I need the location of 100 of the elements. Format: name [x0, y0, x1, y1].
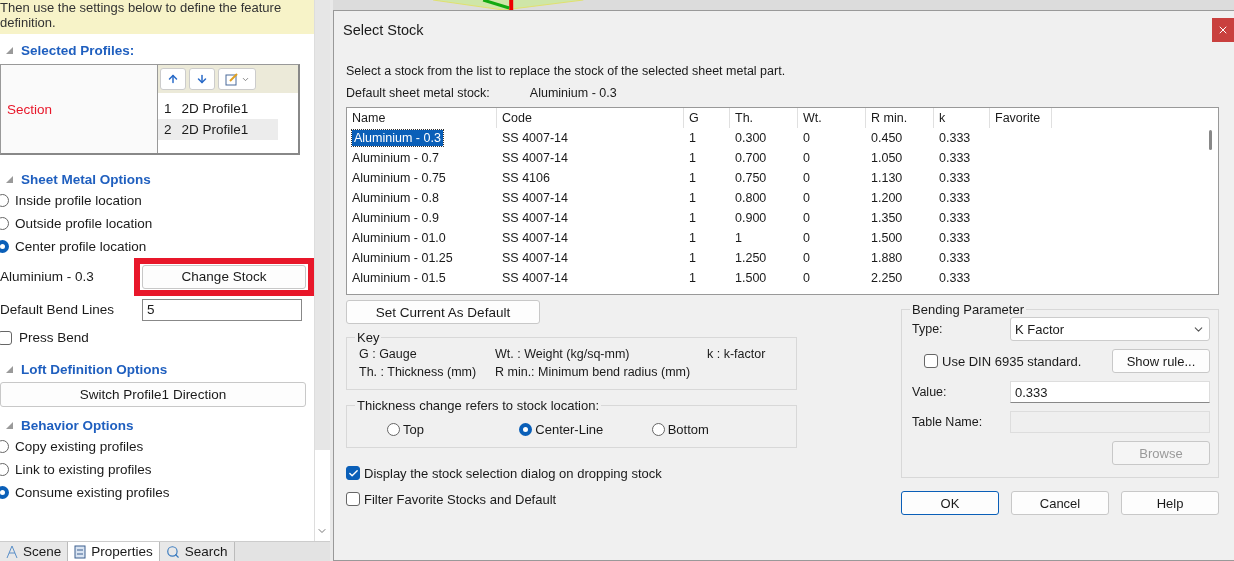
checkbox-label: Press Bend: [19, 330, 89, 345]
collapse-icon[interactable]: [6, 46, 13, 54]
column-header[interactable]: Code: [497, 108, 684, 128]
panel-tab[interactable]: Search: [159, 542, 235, 561]
radio-label: Center-Line: [535, 421, 604, 437]
radio-label: Center profile location: [15, 239, 147, 254]
show-rule-button[interactable]: Show rule...: [1112, 349, 1210, 373]
dialog-button[interactable]: OK: [901, 491, 999, 515]
table-cell-text: 1.500: [870, 231, 904, 245]
panel-tab[interactable]: Properties: [68, 542, 160, 561]
column-header[interactable]: Name: [347, 108, 497, 128]
value-field[interactable]: 0.333: [1010, 381, 1210, 403]
dialog-button[interactable]: Cancel: [1011, 491, 1109, 515]
panel-tab[interactable]: Scene: [0, 542, 69, 561]
radio-button[interactable]: [651, 422, 665, 436]
table-cell[interactable]: Aluminium - 0.7: [352, 150, 441, 166]
move-up-button[interactable]: [160, 68, 186, 90]
search-icon: [165, 544, 180, 559]
table-cell-text: 0.333: [938, 151, 972, 165]
radio-button[interactable]: [387, 422, 400, 436]
default-stock-label: Default sheet metal stock:: [346, 86, 490, 100]
checkbox[interactable]: [346, 466, 360, 480]
checkbox[interactable]: [0, 330, 12, 345]
checkbox[interactable]: [346, 492, 360, 506]
table-cell[interactable]: Aluminium - 01.25: [352, 250, 455, 266]
table-cell-text: 0: [802, 211, 811, 225]
section-title: Loft Definition Options: [21, 361, 168, 377]
column-header[interactable]: Favorite: [990, 108, 1052, 128]
table-cell-text: 1.050: [870, 151, 904, 165]
stock-name: Aluminium - 0.3: [0, 269, 95, 284]
table-cell[interactable]: Aluminium - 01.0: [352, 230, 448, 246]
type-dropdown[interactable]: K Factor: [1010, 317, 1210, 341]
radio-label: Consume existing profiles: [15, 485, 170, 500]
table-cell-text: 1: [688, 271, 697, 285]
table-cell-text: 0.333: [938, 171, 972, 185]
set-default-button[interactable]: Set Current As Default: [346, 300, 540, 324]
key-text: R min.: Minimum bend radius (mm): [495, 365, 692, 379]
table-cell-text: 2.250: [870, 271, 904, 285]
table-cell-text: 0.300: [734, 131, 768, 145]
key-text: Wt. : Weight (kg/sq-mm): [495, 347, 631, 361]
radio-button[interactable]: [519, 422, 533, 436]
section-title: Selected Profiles:: [21, 42, 135, 58]
table-cell[interactable]: Aluminium - 0.8: [352, 190, 441, 206]
change-stock-button[interactable]: Change Stock: [142, 264, 306, 289]
field-label: Table Name:: [912, 415, 984, 429]
collapse-icon[interactable]: [6, 421, 13, 429]
table-cell-text: 0.333: [938, 131, 972, 145]
table-cell[interactable]: Aluminium - 0.75: [352, 170, 448, 186]
table-cell-text: 1: [688, 211, 697, 225]
table-cell[interactable]: Aluminium - 0.9: [352, 210, 441, 226]
scrollbar[interactable]: [314, 0, 330, 541]
scroll-thumb[interactable]: [1208, 130, 1212, 150]
close-button[interactable]: [1212, 18, 1234, 42]
table-cell-text: 0: [802, 231, 811, 245]
key-text: k : k-factor: [707, 347, 767, 361]
table-cell-text: 1.130: [870, 171, 904, 185]
column-header[interactable]: Wt.: [798, 108, 866, 128]
table-cell-text: 1: [688, 171, 697, 185]
table-cell-text: SS 4007-14: [501, 151, 570, 165]
table-cell-text: 0: [802, 171, 811, 185]
switch-direction-button[interactable]: Switch Profile1 Direction: [0, 382, 306, 407]
table-cell-text: 0: [802, 251, 811, 265]
table-cell-text: 1: [688, 151, 697, 165]
table-cell-text: SS 4007-14: [501, 191, 570, 205]
table-cell[interactable]: Aluminium - 01.5: [352, 270, 448, 286]
table-cell-text: 1.350: [870, 211, 904, 225]
column-header[interactable]: Th.: [730, 108, 798, 128]
bend-lines-field[interactable]: 5: [142, 298, 302, 321]
collapse-icon[interactable]: [6, 175, 13, 183]
table-cell-text: 0.333: [938, 251, 972, 265]
section-title: Behavior Options: [21, 417, 134, 433]
radio-label: Link to existing profiles: [15, 462, 152, 477]
dialog-button[interactable]: Help: [1121, 491, 1219, 515]
table-cell-text: 1.250: [734, 251, 768, 265]
checkbox[interactable]: [924, 354, 938, 368]
column-header[interactable]: G: [684, 108, 730, 128]
table-cell-text: 1.880: [870, 251, 904, 265]
collapse-icon[interactable]: [6, 365, 13, 373]
group-title: Thickness change refers to stock location:: [356, 398, 601, 413]
profile-list-item[interactable]: 1 2D Profile1: [158, 98, 278, 119]
group-title: Bending Parameter: [911, 302, 1025, 317]
radio-label: Copy existing profiles: [15, 439, 144, 454]
move-down-button[interactable]: [189, 68, 215, 90]
column-header[interactable]: k: [934, 108, 990, 128]
table-cell-text: 0: [802, 191, 811, 205]
arrow-down-icon: [196, 73, 208, 85]
table-cell-text: 0.450: [870, 131, 904, 145]
table-cell-text: SS 4007-14: [501, 251, 570, 265]
table-cell-text: 0.750: [734, 171, 768, 185]
checkbox-label: Display the stock selection dialog on dropping stock: [364, 465, 662, 481]
column-header[interactable]: R min.: [866, 108, 934, 128]
table-cell[interactable]: Aluminium - 0.3: [352, 130, 443, 146]
profile-list-item[interactable]: 2 2D Profile1: [158, 119, 278, 140]
radio-label: Bottom: [667, 421, 709, 437]
table-cell-text: 0.700: [734, 151, 768, 165]
description-text: Select a stock from the list to replace the stock of the selected sheet metal part.: [346, 64, 786, 78]
field-label: Type:: [912, 322, 944, 336]
table-cell-text: SS 4106: [501, 171, 551, 185]
key-text: Th. : Thickness (mm): [359, 365, 478, 379]
radio-label: Outside profile location: [15, 216, 153, 231]
